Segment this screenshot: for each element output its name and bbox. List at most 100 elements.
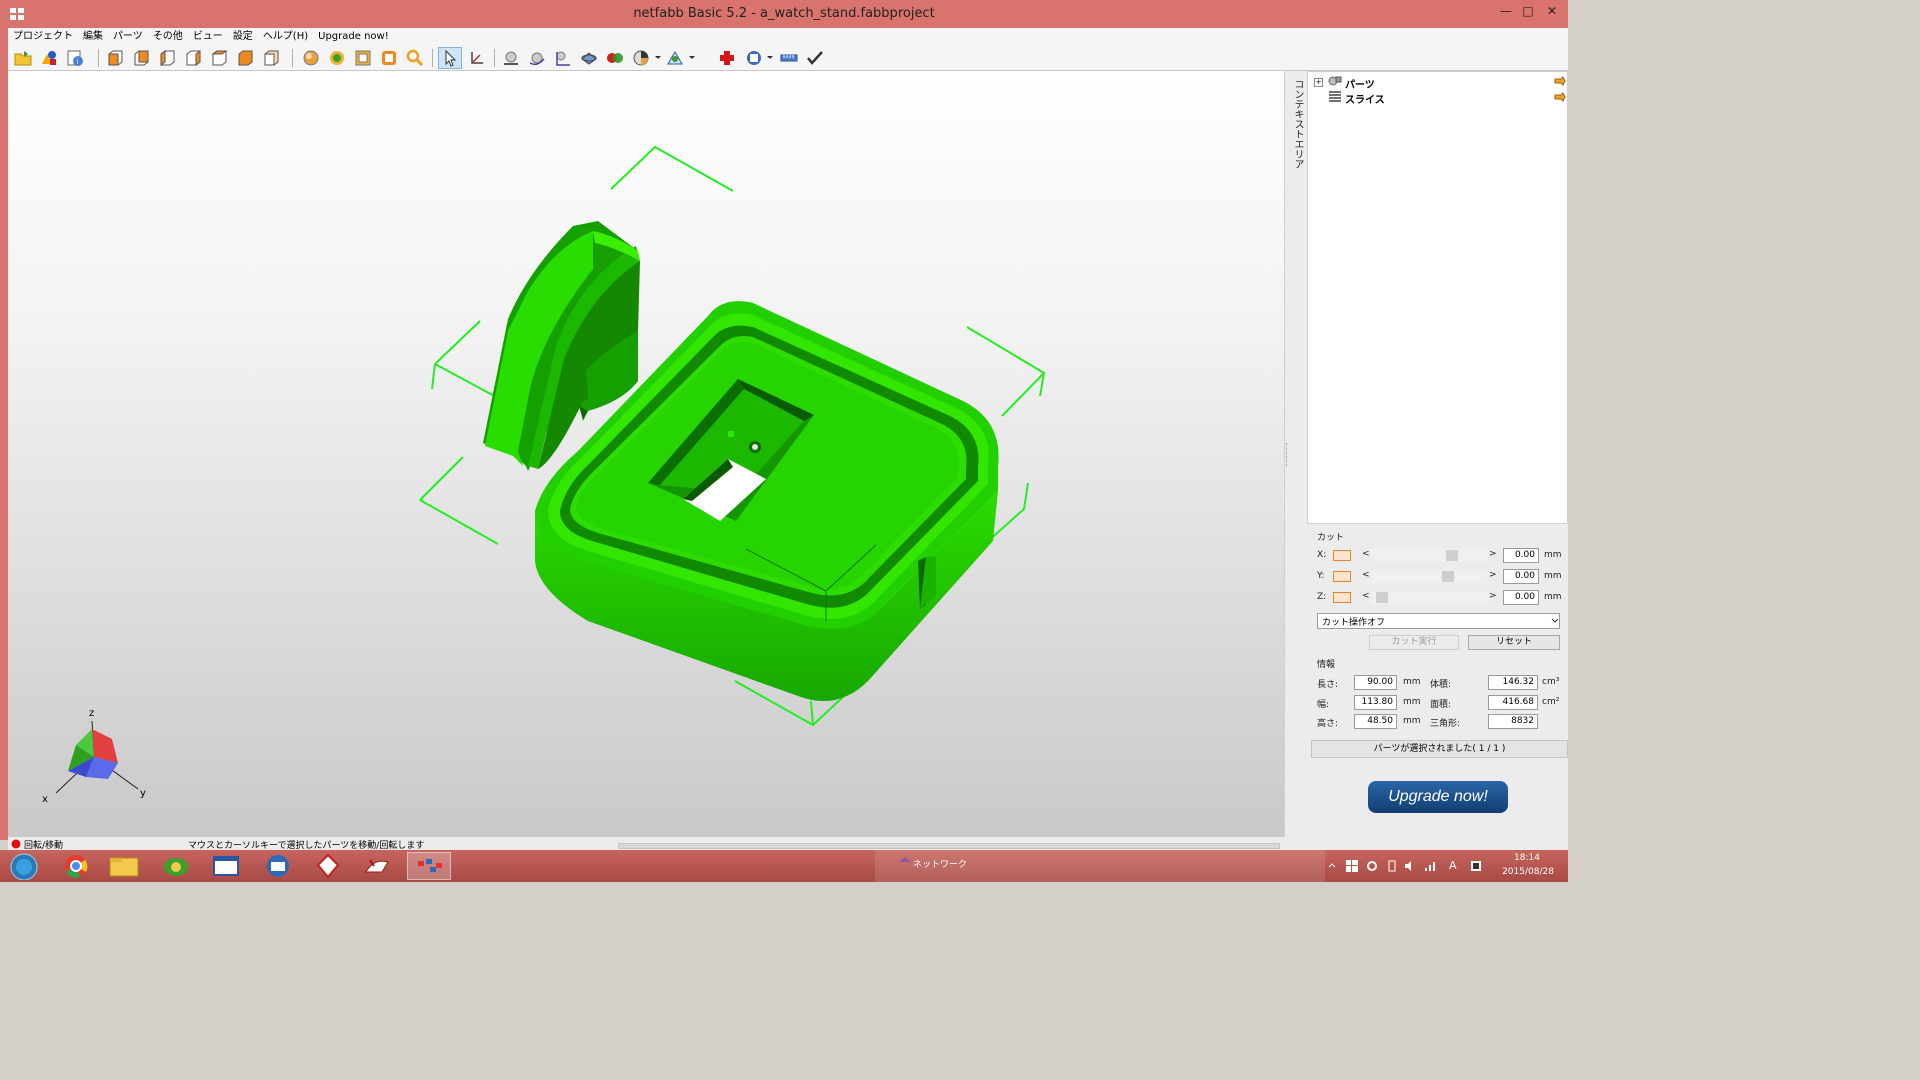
ruler-icon[interactable] — [780, 49, 798, 67]
rabbit-app-icon[interactable] — [356, 852, 400, 880]
zoom-magnifier-icon[interactable] — [406, 49, 424, 67]
view-front-icon[interactable] — [106, 49, 124, 67]
volume-icon[interactable] — [1404, 860, 1416, 872]
cut-x-left-arrow[interactable]: < — [1362, 549, 1370, 559]
tree-item-slices[interactable]: スライス — [1345, 91, 1385, 106]
cut-x-slider-thumb[interactable] — [1446, 550, 1458, 561]
place-on-platform-icon[interactable] — [502, 49, 520, 67]
cut-y-slider-thumb[interactable] — [1442, 571, 1454, 582]
menu-upgrade[interactable]: Upgrade now! — [313, 28, 394, 46]
cut-execute-button[interactable]: カット実行 — [1369, 635, 1459, 650]
boolean-icon[interactable] — [606, 49, 624, 67]
cut-y-color-swatch[interactable] — [1333, 571, 1351, 582]
device-tray-icon[interactable] — [1386, 860, 1398, 872]
cut-y-left-arrow[interactable]: < — [1362, 570, 1370, 580]
splitter-handle[interactable] — [1286, 443, 1290, 467]
move-axis-icon[interactable] — [467, 49, 485, 67]
repair-cross-icon[interactable] — [718, 49, 736, 67]
menu-parts[interactable]: パーツ — [108, 28, 148, 46]
view-back-icon[interactable] — [132, 49, 150, 67]
add-part-icon[interactable] — [40, 49, 58, 67]
maximize-button[interactable]: □ — [1516, 4, 1540, 20]
measure-dropdown-icon[interactable] — [666, 49, 684, 67]
slices-action-icon[interactable] — [1554, 92, 1566, 102]
tray-expand-icon[interactable] — [1328, 862, 1336, 868]
cut-x-color-swatch[interactable] — [1333, 550, 1351, 561]
view-top-icon[interactable] — [210, 49, 228, 67]
chevron-down-icon[interactable] — [654, 55, 662, 61]
cut-z-color-swatch[interactable] — [1333, 592, 1351, 603]
view-right-icon[interactable] — [184, 49, 202, 67]
mirror-part-icon[interactable] — [580, 49, 598, 67]
export-dropdown-icon[interactable] — [745, 49, 763, 67]
upgrade-now-button[interactable]: Upgrade now! — [1368, 781, 1508, 813]
shading-icon[interactable] — [302, 49, 320, 67]
axis-z-label: z — [89, 708, 95, 719]
menu-project[interactable]: プロジェクト — [8, 28, 78, 46]
cut-z-slider[interactable] — [1371, 591, 1487, 604]
chevron-down-icon[interactable] — [766, 55, 774, 61]
zoom-fit-icon[interactable] — [354, 49, 372, 67]
cut-z-left-arrow[interactable]: < — [1362, 591, 1370, 601]
cut-x-input[interactable]: 0.00 — [1503, 548, 1539, 563]
expand-parts-toggle[interactable]: + — [1314, 78, 1323, 87]
cut-y-right-arrow[interactable]: > — [1489, 570, 1497, 580]
triangles-value: 8832 — [1488, 714, 1538, 729]
cut-y-unit: mm — [1544, 571, 1562, 581]
parts-action-icon[interactable] — [1554, 76, 1566, 86]
axis-gizmo[interactable] — [46, 707, 176, 807]
project-tree[interactable]: + パーツ スライス — [1307, 71, 1568, 524]
ime-indicator[interactable]: A — [1449, 859, 1457, 872]
jw-cad-icon[interactable] — [306, 852, 350, 880]
file-explorer-icon[interactable] — [102, 852, 146, 880]
menu-other[interactable]: その他 — [148, 28, 188, 46]
3d-viewport[interactable]: z x y — [8, 71, 1284, 837]
windows-flag-icon[interactable] — [1346, 860, 1358, 872]
view-left-icon[interactable] — [158, 49, 176, 67]
cut-z-right-arrow[interactable]: > — [1489, 591, 1497, 601]
select-pointer-icon[interactable] — [441, 49, 459, 67]
clock-time[interactable]: 18:14 — [1502, 853, 1552, 863]
taskbar-network-toolbar[interactable]: ネットワーク — [875, 850, 1325, 882]
cut-x-slider[interactable] — [1371, 549, 1487, 562]
menu-view[interactable]: ビュー — [188, 28, 228, 46]
view-bottom-icon[interactable] — [236, 49, 254, 67]
part-info-icon[interactable]: i — [66, 49, 84, 67]
ime-mode-icon[interactable] — [1470, 860, 1482, 872]
close-button[interactable]: ✕ — [1540, 4, 1564, 20]
thunderbird-icon[interactable] — [256, 852, 300, 880]
netfabb-taskbar-button[interactable] — [407, 852, 451, 880]
cut-y-input[interactable]: 0.00 — [1503, 569, 1539, 584]
chrome-icon[interactable] — [54, 852, 98, 880]
rotate-part-icon[interactable] — [528, 49, 546, 67]
tree-item-parts[interactable]: パーツ — [1345, 76, 1375, 91]
zoom-selection-icon[interactable] — [380, 49, 398, 67]
gear-tray-icon[interactable] — [1366, 860, 1378, 872]
model-render[interactable] — [8, 71, 1284, 837]
reset-button[interactable]: リセット — [1468, 635, 1560, 650]
cut-x-right-arrow[interactable]: > — [1489, 549, 1497, 559]
context-area-strip[interactable]: コンテキストエリア — [1284, 71, 1307, 837]
menu-edit[interactable]: 編集 — [78, 28, 108, 46]
width-unit: mm — [1403, 697, 1421, 707]
cut-section-title: カット — [1317, 533, 1345, 543]
color-dropdown-icon[interactable] — [632, 49, 650, 67]
minimize-button[interactable]: — — [1494, 4, 1518, 20]
cut-mode-select[interactable]: カット操作オフ — [1317, 613, 1560, 629]
menu-help[interactable]: ヘルプ(H) — [258, 28, 313, 46]
menu-settings[interactable]: 設定 — [228, 28, 258, 46]
window-app-icon[interactable] — [204, 852, 248, 880]
solid-view-icon[interactable] — [328, 49, 346, 67]
cut-z-input[interactable]: 0.00 — [1503, 590, 1539, 605]
scale-part-icon[interactable] — [554, 49, 572, 67]
open-project-icon[interactable] — [14, 49, 32, 67]
checkmark-icon[interactable] — [806, 49, 824, 67]
turtle-app-icon[interactable] — [154, 852, 198, 880]
signal-icon[interactable] — [1424, 860, 1436, 872]
chevron-down-icon[interactable] — [688, 55, 696, 61]
cut-y-slider[interactable] — [1371, 570, 1487, 583]
cut-z-slider-thumb[interactable] — [1376, 592, 1388, 603]
view-iso-icon[interactable] — [262, 49, 280, 67]
clock-date[interactable]: 2015/08/28 — [1498, 867, 1558, 877]
start-orb-icon[interactable] — [2, 852, 46, 880]
